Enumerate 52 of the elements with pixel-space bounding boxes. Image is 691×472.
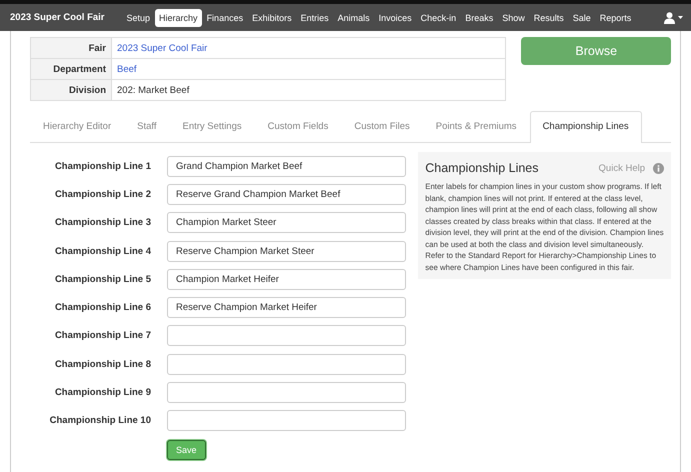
field-label: Championship Line 9 bbox=[54, 387, 151, 398]
input-field[interactable] bbox=[167, 325, 406, 346]
tab[interactable]: Custom Fields bbox=[254, 111, 342, 142]
info-link[interactable]: 2023 Super Cool Fair bbox=[117, 42, 208, 54]
user-icon bbox=[664, 12, 675, 24]
tab[interactable]: Entry Settings bbox=[169, 111, 255, 142]
info-icon[interactable] bbox=[653, 162, 664, 174]
nav-item[interactable]: Check-in bbox=[416, 8, 460, 26]
info-label: Division bbox=[30, 80, 112, 100]
info-label: Fair bbox=[30, 38, 112, 58]
input-field[interactable]: Champion Market Steer bbox=[167, 212, 406, 234]
info-value: 202: Market Beef bbox=[117, 84, 190, 96]
field-label: Championship Line 3 bbox=[54, 217, 151, 228]
user-menu[interactable] bbox=[664, 12, 683, 24]
nav-item[interactable]: Sale bbox=[568, 8, 595, 26]
tab[interactable]: Championship Lines bbox=[530, 111, 642, 143]
nav-item[interactable]: Breaks bbox=[461, 8, 498, 26]
nav-item[interactable]: Finances bbox=[202, 8, 248, 26]
nav-item[interactable]: Invoices bbox=[374, 8, 416, 26]
field-label: Championship Line 1 bbox=[54, 160, 151, 172]
nav-item[interactable]: Hierarchy bbox=[155, 8, 202, 26]
tab[interactable]: Custom Files bbox=[341, 111, 423, 142]
input-field[interactable]: Reserve Champion Market Heifer bbox=[167, 297, 406, 318]
nav-item[interactable]: Reports bbox=[596, 8, 636, 26]
input-field[interactable] bbox=[167, 410, 406, 432]
nav-item[interactable]: Animals bbox=[334, 8, 374, 26]
input-field[interactable] bbox=[167, 354, 406, 375]
field-label: Championship Line 8 bbox=[54, 358, 151, 370]
nav-item[interactable]: Entries bbox=[296, 8, 333, 26]
field-label: Championship Line 7 bbox=[54, 330, 151, 342]
nav-item[interactable]: Results bbox=[530, 8, 568, 26]
input-field[interactable]: Reserve Grand Champion Market Beef bbox=[167, 184, 406, 205]
info-link[interactable]: Beef bbox=[117, 64, 137, 74]
help-title: Championship Lines bbox=[425, 161, 539, 175]
input-field[interactable] bbox=[167, 382, 406, 404]
nav-item[interactable]: Exhibitors bbox=[248, 8, 296, 26]
nav-item[interactable]: Setup bbox=[122, 8, 154, 26]
info-label: Department bbox=[30, 58, 112, 80]
tab[interactable]: Hierarchy Editor bbox=[30, 111, 124, 142]
field-label: Championship Line 5 bbox=[54, 274, 151, 285]
field-label: Championship Line 2 bbox=[54, 188, 151, 200]
tab[interactable]: Points & Premiums bbox=[422, 111, 530, 142]
input-field[interactable]: Champion Market Heifer bbox=[167, 268, 406, 290]
input-field[interactable]: Grand Champion Market Beef bbox=[167, 156, 406, 177]
brand-title[interactable]: 2023 Super Cool Fair bbox=[10, 12, 105, 23]
field-label: Championship Line 10 bbox=[48, 415, 151, 426]
field-label: Championship Line 4 bbox=[54, 246, 151, 257]
input-field[interactable]: Reserve Champion Market Steer bbox=[167, 240, 406, 262]
caret-icon bbox=[678, 16, 683, 19]
tab[interactable]: Staff bbox=[124, 111, 170, 142]
field-label: Championship Line 6 bbox=[54, 302, 151, 314]
nav-item[interactable]: Show bbox=[498, 8, 529, 26]
